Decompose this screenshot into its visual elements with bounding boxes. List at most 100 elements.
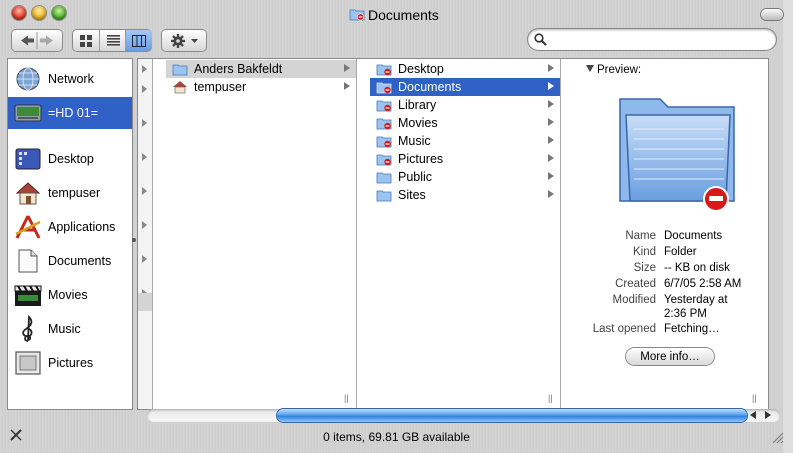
list-item[interactable]: Sites	[370, 186, 560, 204]
sidebar-item-pictures[interactable]: Pictures	[8, 347, 132, 379]
icon-view-button[interactable]	[73, 30, 99, 51]
action-menu-button[interactable]	[162, 30, 206, 51]
list-item[interactable]: Music	[370, 132, 560, 150]
column-view-button[interactable]	[125, 30, 152, 51]
sidebar-item-documents[interactable]: Documents	[8, 245, 132, 277]
info-value-size: -- KB on disk	[664, 262, 730, 274]
column-resize-handle[interactable]: ||	[548, 393, 553, 403]
sidebar-item-hd[interactable]: =HD 01=	[8, 97, 132, 129]
list-item[interactable]: tempuser	[166, 78, 356, 96]
column-users[interactable]: Anders Bakfeldt tempuser ||	[166, 59, 357, 409]
folder-icon	[376, 190, 392, 202]
resize-grip-icon[interactable]	[770, 430, 784, 444]
sidebar-item-label: Pictures	[48, 356, 94, 370]
title-bar[interactable]: Documents	[0, 0, 793, 26]
item-label: Pictures	[398, 152, 444, 166]
sidebar-item-network[interactable]: Network	[8, 63, 132, 95]
sidebar-item-label: Music	[48, 322, 81, 336]
search-field[interactable]	[528, 29, 776, 50]
sidebar-item-movies[interactable]: Movies	[8, 279, 132, 311]
more-info-button[interactable]: More info…	[626, 348, 714, 365]
sidebar-item-tempuser[interactable]: tempuser	[8, 177, 132, 209]
chevron-right-icon	[344, 64, 350, 72]
minimize-button[interactable]	[32, 6, 46, 20]
sidebar-item-label: Documents	[48, 254, 112, 268]
list-item[interactable]: Desktop	[370, 60, 560, 78]
sidebar-item-label: Desktop	[48, 152, 94, 166]
list-item[interactable]: Documents	[370, 78, 560, 96]
status-text: 0 items, 69.81 GB available	[323, 430, 470, 444]
sidebar-item-music[interactable]: Music	[8, 313, 132, 345]
sidebar-item-applications[interactable]: Applications	[8, 211, 132, 243]
list-lines-icon	[106, 35, 120, 46]
sidebar-resize-handle[interactable]	[132, 238, 136, 242]
info-label-size: Size	[633, 262, 656, 274]
columns-icon	[132, 34, 146, 47]
chevron-right-icon	[548, 82, 554, 90]
sidebar-item-label: Movies	[48, 288, 88, 302]
info-label-name: Name	[625, 230, 656, 242]
hard-drive-icon	[14, 99, 42, 127]
column-root[interactable]	[138, 59, 153, 409]
zoom-button[interactable]	[52, 6, 66, 20]
chevron-right-icon	[344, 82, 350, 90]
chevron-right-icon	[142, 119, 147, 127]
scroll-left-arrow-icon[interactable]	[750, 411, 756, 419]
info-value-last-opened: Fetching…	[664, 323, 720, 335]
list-item[interactable]: Anders Bakfeldt	[166, 60, 356, 78]
scroll-right-arrow-icon[interactable]	[765, 411, 771, 419]
network-globe-icon	[14, 65, 42, 93]
chevron-right-icon	[142, 221, 147, 229]
close-button[interactable]	[12, 6, 26, 20]
background-window-edge	[783, 0, 793, 453]
item-label: Music	[398, 134, 431, 148]
gear-icon	[171, 33, 198, 48]
chevron-right-icon	[142, 255, 147, 263]
sidebar-item-desktop[interactable]: Desktop	[8, 143, 132, 175]
documents-icon	[14, 247, 42, 275]
sidebar-item-label: Applications	[48, 220, 116, 234]
item-label: tempuser	[194, 80, 247, 94]
large-restricted-folder-icon	[619, 98, 735, 212]
chevron-right-icon	[142, 187, 147, 195]
toolbar-toggle-button[interactable]	[761, 9, 783, 20]
chevron-right-icon	[548, 136, 554, 144]
icon-grid-icon	[80, 34, 92, 47]
restricted-folder-icon	[376, 64, 392, 76]
treble-clef-icon	[14, 315, 42, 343]
chevron-right-icon	[548, 118, 554, 126]
horizontal-scrollbar[interactable]	[147, 409, 780, 423]
restricted-folder-icon	[376, 118, 392, 130]
chevron-right-icon	[548, 154, 554, 162]
column-resize-handle[interactable]: ||	[344, 393, 349, 403]
item-label: Anders Bakfeldt	[194, 62, 283, 76]
finder-window: Documents Network =HD 01= Desktop tempus…	[0, 0, 793, 453]
chevron-right-icon	[142, 153, 147, 161]
info-value-kind: Folder	[664, 246, 697, 258]
restricted-folder-icon	[376, 82, 392, 94]
home-icon	[14, 179, 42, 207]
disclosure-triangle-icon[interactable]	[586, 65, 594, 72]
column-resize-handle[interactable]: ||	[752, 393, 757, 403]
list-item[interactable]: Library	[370, 96, 560, 114]
item-label: Documents	[398, 80, 462, 94]
chevron-right-icon	[142, 85, 147, 93]
back-forward-arrows-icon	[21, 32, 53, 49]
restricted-folder-icon	[376, 154, 392, 166]
item-label: Desktop	[398, 62, 444, 76]
folder-icon	[172, 64, 188, 76]
list-view-button[interactable]	[99, 30, 126, 51]
desktop-icon	[14, 145, 42, 173]
item-label: Library	[398, 98, 437, 112]
list-item[interactable]: Pictures	[370, 150, 560, 168]
list-item[interactable]: Public	[370, 168, 560, 186]
info-value-name: Documents	[664, 230, 723, 242]
back-forward-control[interactable]	[12, 30, 62, 51]
list-item[interactable]: Movies	[370, 114, 560, 132]
column-home-folders[interactable]: Desktop Documents Library Movies Music P…	[370, 59, 561, 409]
scroll-thumb[interactable]	[277, 409, 747, 422]
sidebar-item-label: tempuser	[48, 186, 101, 200]
sidebar: Network =HD 01= Desktop tempuser Applica…	[7, 58, 133, 410]
chevron-right-icon	[548, 64, 554, 72]
view-mode-control[interactable]	[73, 30, 152, 51]
